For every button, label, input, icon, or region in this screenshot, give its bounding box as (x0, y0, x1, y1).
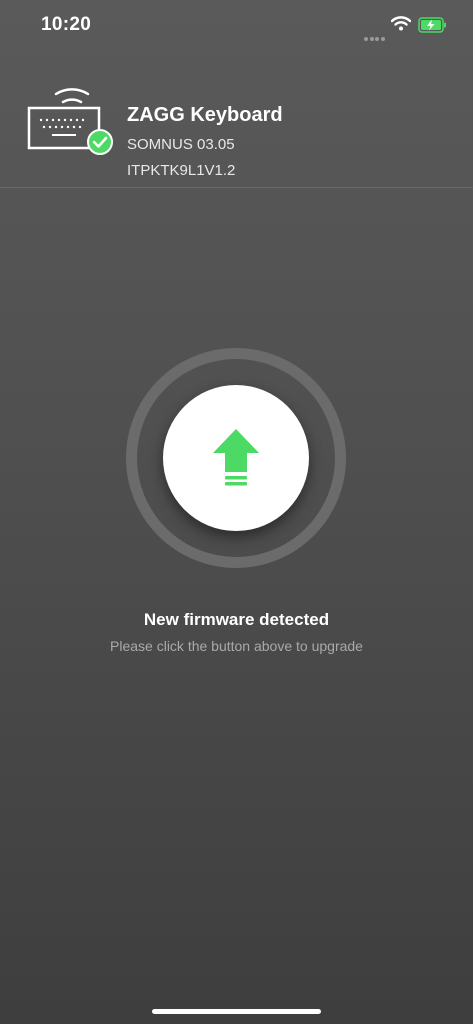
upload-arrow-icon (213, 429, 259, 486)
device-header: ZAGG Keyboard SOMNUS 03.05 ITPKTK9L1V1.2 (0, 52, 473, 188)
status-time: 10:20 (41, 14, 92, 35)
upgrade-firmware-button[interactable] (163, 385, 309, 531)
device-model: SOMNUS 03.05 (127, 136, 235, 153)
cellular-signal-icon (364, 28, 386, 41)
keyboard-wireless-icon (27, 88, 113, 155)
wifi-icon (391, 16, 411, 31)
battery-charging-icon (418, 17, 446, 33)
home-indicator[interactable] (152, 1009, 321, 1014)
device-name: ZAGG Keyboard (127, 104, 283, 126)
status-bar: 10:20 (0, 0, 473, 52)
device-firmware-version: ITPKTK9L1V1.2 (127, 162, 236, 179)
check-circle-icon (87, 129, 113, 155)
firmware-status-hint: Please click the button above to upgrade (110, 638, 363, 654)
firmware-status-title: New firmware detected (143, 610, 330, 629)
